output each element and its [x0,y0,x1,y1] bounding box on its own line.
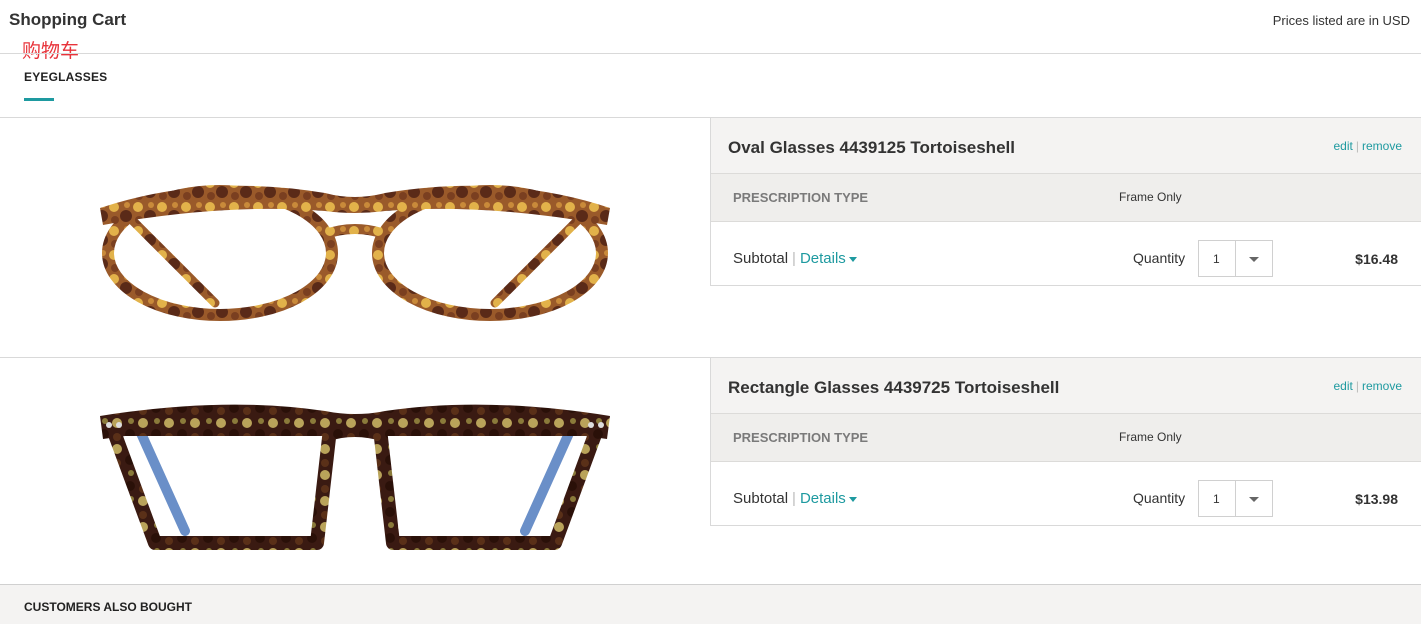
cart-item-panel: Oval Glasses 4439125 Tortoiseshell edit |… [710,118,1421,286]
quantity-label: Quantity [1133,490,1186,506]
dropdown-arrow-icon[interactable] [1249,497,1259,502]
subtotal: Subtotal | Details [733,250,857,267]
header-divider [0,53,1421,54]
price-note: Prices listed are in USD [1272,13,1410,28]
quantity-label: Quantity [1133,250,1186,266]
subtotal-separator: | [792,250,796,267]
item-price: $13.98 [1355,491,1398,507]
oval-glasses-icon [100,184,610,321]
details-label: Details [799,250,846,267]
chevron-down-icon [848,256,857,262]
details-toggle[interactable]: Details [800,250,857,267]
product-name[interactable]: Rectangle Glasses 4439725 Tortoiseshell [728,378,1059,398]
prescription-type-label: PRESCRIPTION TYPE [733,430,869,445]
link-separator: | [1355,139,1359,153]
prescription-type-value: Frame Only [1119,430,1182,444]
subtotal: Subtotal | Details [733,490,857,507]
tab-eyeglasses[interactable]: EYEGLASSES [24,70,107,84]
quantity-value: 1 [1213,492,1220,506]
item-actions: edit | remove [1334,139,1403,153]
item-actions: edit | remove [1334,379,1403,393]
details-toggle[interactable]: Details [800,490,857,507]
quantity-divider [1235,481,1236,516]
remove-link[interactable]: remove [1362,379,1402,393]
product-image-oval[interactable] [0,118,710,357]
title-annotation: 购物车 [22,40,80,62]
edit-link[interactable]: edit [1334,139,1353,153]
details-label: Details [799,490,846,507]
dropdown-arrow-icon[interactable] [1249,257,1259,262]
subtotal-row: Subtotal | Details Quantity 1 $13.98 [711,462,1421,526]
prescription-type-label: PRESCRIPTION TYPE [733,190,869,205]
quantity-select[interactable]: 1 [1198,480,1273,517]
link-separator: | [1355,379,1359,393]
remove-link[interactable]: remove [1362,139,1402,153]
prescription-row: PRESCRIPTION TYPE Frame Only [711,173,1421,222]
quantity-divider [1235,241,1236,276]
chevron-down-icon [848,496,857,502]
prescription-row: PRESCRIPTION TYPE Frame Only [711,413,1421,462]
product-image-rectangle[interactable] [0,358,710,584]
cart-item-header: Rectangle Glasses 4439725 Tortoiseshell … [711,358,1421,413]
edit-link[interactable]: edit [1334,379,1353,393]
item-price: $16.48 [1355,251,1398,267]
prescription-type-value: Frame Only [1119,190,1182,204]
quantity-value: 1 [1213,252,1220,266]
subtotal-label: Subtotal [733,490,789,507]
customers-also-bought-section: CUSTOMERS ALSO BOUGHT [0,584,1421,624]
page-title: Shopping Cart [9,10,127,29]
subtotal-separator: | [792,490,796,507]
quantity-select[interactable]: 1 [1198,240,1273,277]
subtotal-row: Subtotal | Details Quantity 1 $16.48 [711,222,1421,286]
subtotal-label: Subtotal [733,250,789,267]
rectangle-glasses-icon [100,404,610,550]
section-title: CUSTOMERS ALSO BOUGHT [24,600,193,614]
tab-active-indicator [24,98,54,101]
cart-item-header: Oval Glasses 4439125 Tortoiseshell edit |… [711,118,1421,173]
product-name[interactable]: Oval Glasses 4439125 Tortoiseshell [728,138,1015,158]
cart-item-panel: Rectangle Glasses 4439725 Tortoiseshell … [710,358,1421,526]
